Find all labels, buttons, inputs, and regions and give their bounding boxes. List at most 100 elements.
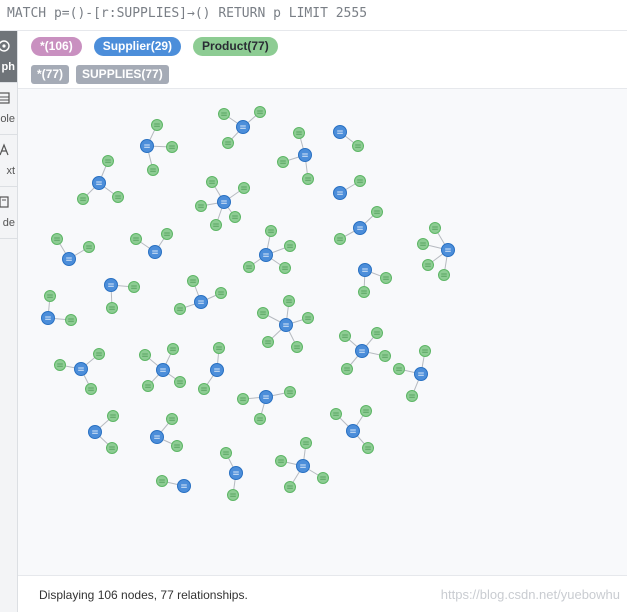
product-node[interactable] [339,330,351,342]
supplier-node[interactable] [210,363,224,377]
product-node[interactable] [317,472,329,484]
product-node[interactable] [360,405,372,417]
legend-product-pill[interactable]: Product(77) [193,37,278,56]
product-node[interactable] [106,442,118,454]
supplier-node[interactable] [148,245,162,259]
product-node[interactable] [218,108,230,120]
product-node[interactable] [166,141,178,153]
product-node[interactable] [107,410,119,422]
supplier-node[interactable] [62,252,76,266]
product-node[interactable] [265,225,277,237]
product-node[interactable] [102,155,114,167]
supplier-node[interactable] [177,479,191,493]
legend-supplies-pill[interactable]: SUPPLIES(77) [76,65,169,84]
product-node[interactable] [220,447,232,459]
supplier-node[interactable] [150,430,164,444]
product-node[interactable] [279,262,291,274]
supplier-node[interactable] [441,243,455,257]
product-node[interactable] [206,176,218,188]
product-node[interactable] [283,295,295,307]
product-node[interactable] [195,200,207,212]
product-node[interactable] [291,341,303,353]
supplier-node[interactable] [414,367,428,381]
supplier-node[interactable] [229,466,243,480]
product-node[interactable] [174,376,186,388]
product-node[interactable] [83,241,95,253]
supplier-node[interactable] [346,424,360,438]
product-node[interactable] [379,350,391,362]
supplier-node[interactable] [194,295,208,309]
product-node[interactable] [438,269,450,281]
product-node[interactable] [128,281,140,293]
product-node[interactable] [429,222,441,234]
product-node[interactable] [142,380,154,392]
view-tab-text[interactable]: xt [0,135,17,187]
product-node[interactable] [275,455,287,467]
supplier-node[interactable] [355,344,369,358]
product-node[interactable] [238,182,250,194]
view-tab-code[interactable]: de [0,187,17,239]
legend-supplier-pill[interactable]: Supplier(29) [93,37,182,56]
product-node[interactable] [161,228,173,240]
supplier-node[interactable] [333,186,347,200]
product-node[interactable] [77,193,89,205]
supplier-node[interactable] [358,263,372,277]
product-node[interactable] [174,303,186,315]
product-node[interactable] [156,475,168,487]
supplier-node[interactable] [296,459,310,473]
supplier-node[interactable] [298,148,312,162]
product-node[interactable] [167,343,179,355]
product-node[interactable] [213,342,225,354]
product-node[interactable] [112,191,124,203]
product-node[interactable] [187,275,199,287]
product-node[interactable] [358,286,370,298]
product-node[interactable] [262,336,274,348]
product-node[interactable] [51,233,63,245]
product-node[interactable] [393,363,405,375]
product-node[interactable] [352,140,364,152]
product-node[interactable] [215,287,227,299]
product-node[interactable] [198,383,210,395]
query-text[interactable]: MATCH p=()-[r:SUPPLIES]→() RETURN p LIMI… [7,6,367,21]
product-node[interactable] [277,156,289,168]
product-node[interactable] [139,349,151,361]
graph-canvas[interactable] [18,89,627,575]
product-node[interactable] [106,302,118,314]
product-node[interactable] [334,233,346,245]
product-node[interactable] [237,393,249,405]
supplier-node[interactable] [279,318,293,332]
supplier-node[interactable] [156,363,170,377]
product-node[interactable] [227,489,239,501]
product-node[interactable] [293,127,305,139]
supplier-node[interactable] [353,221,367,235]
product-node[interactable] [93,348,105,360]
product-node[interactable] [371,206,383,218]
supplier-node[interactable] [259,248,273,262]
product-node[interactable] [419,345,431,357]
product-node[interactable] [354,175,366,187]
product-node[interactable] [284,386,296,398]
product-node[interactable] [130,233,142,245]
product-node[interactable] [210,219,222,231]
product-node[interactable] [380,272,392,284]
product-node[interactable] [422,259,434,271]
product-node[interactable] [362,442,374,454]
product-node[interactable] [371,327,383,339]
legend-all-relationships-pill[interactable]: *(77) [31,65,70,84]
product-node[interactable] [151,119,163,131]
product-node[interactable] [302,312,314,324]
product-node[interactable] [302,173,314,185]
supplier-node[interactable] [92,176,106,190]
supplier-node[interactable] [41,311,55,325]
supplier-node[interactable] [140,139,154,153]
product-node[interactable] [222,137,234,149]
product-node[interactable] [417,238,429,250]
product-node[interactable] [229,211,241,223]
query-editor[interactable]: MATCH p=()-[r:SUPPLIES]→() RETURN p LIMI… [0,0,627,31]
product-node[interactable] [257,307,269,319]
view-tab-table[interactable]: ole [0,83,17,135]
product-node[interactable] [330,408,342,420]
product-node[interactable] [166,413,178,425]
product-node[interactable] [254,106,266,118]
view-tab-graph[interactable]: ph [0,31,17,83]
